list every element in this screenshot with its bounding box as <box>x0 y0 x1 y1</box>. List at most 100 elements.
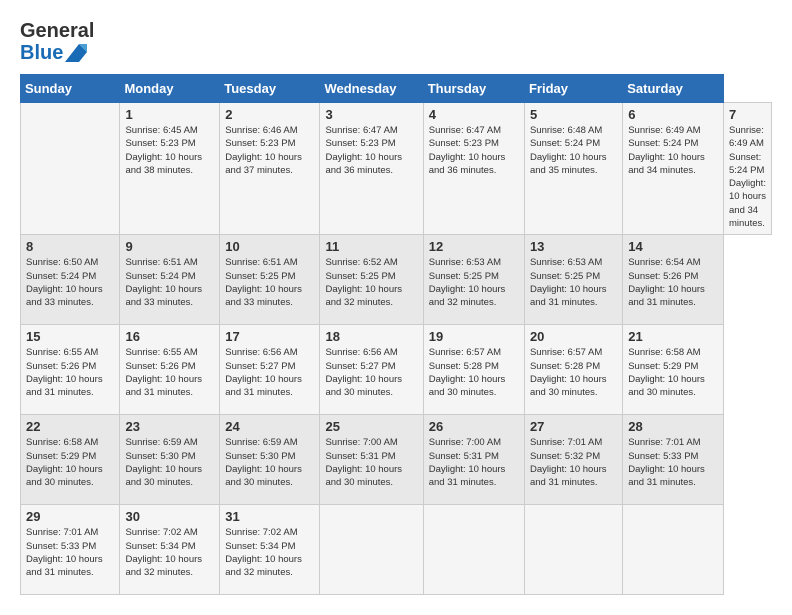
day-number: 6 <box>628 107 718 122</box>
day-info: Sunrise: 6:45 AM Sunset: 5:23 PM Dayligh… <box>125 124 214 177</box>
calendar-table: SundayMondayTuesdayWednesdayThursdayFrid… <box>20 74 772 595</box>
calendar-cell: 10 Sunrise: 6:51 AM Sunset: 5:25 PM Dayli… <box>220 235 320 325</box>
day-info: Sunrise: 7:02 AM Sunset: 5:34 PM Dayligh… <box>225 526 314 579</box>
calendar-cell <box>21 103 120 235</box>
calendar-cell: 25 Sunrise: 7:00 AM Sunset: 5:31 PM Dayli… <box>320 415 423 505</box>
day-info: Sunrise: 6:51 AM Sunset: 5:25 PM Dayligh… <box>225 256 314 309</box>
calendar-cell: 1 Sunrise: 6:45 AM Sunset: 5:23 PM Daylig… <box>120 103 220 235</box>
calendar-cell: 20 Sunrise: 6:57 AM Sunset: 5:28 PM Dayli… <box>524 325 622 415</box>
day-info: Sunrise: 6:47 AM Sunset: 5:23 PM Dayligh… <box>325 124 417 177</box>
day-info: Sunrise: 6:47 AM Sunset: 5:23 PM Dayligh… <box>429 124 519 177</box>
day-info: Sunrise: 7:01 AM Sunset: 5:32 PM Dayligh… <box>530 436 617 489</box>
week-row-4: 22 Sunrise: 6:58 AM Sunset: 5:29 PM Dayli… <box>21 415 772 505</box>
day-info: Sunrise: 6:57 AM Sunset: 5:28 PM Dayligh… <box>429 346 519 399</box>
day-info: Sunrise: 6:46 AM Sunset: 5:23 PM Dayligh… <box>225 124 314 177</box>
week-row-5: 29Sunrise: 7:01 AM Sunset: 5:33 PM Dayli… <box>21 505 772 595</box>
week-row-1: 1 Sunrise: 6:45 AM Sunset: 5:23 PM Daylig… <box>21 103 772 235</box>
day-number: 25 <box>325 419 417 434</box>
day-number: 15 <box>26 329 114 344</box>
header-cell-sunday: Sunday <box>21 75 120 103</box>
header-cell-monday: Monday <box>120 75 220 103</box>
header-cell-saturday: Saturday <box>623 75 724 103</box>
day-number: 1 <box>125 107 214 122</box>
day-number: 14 <box>628 239 718 254</box>
calendar-cell: 27 Sunrise: 7:01 AM Sunset: 5:32 PM Dayli… <box>524 415 622 505</box>
calendar-cell: 8Sunrise: 6:50 AM Sunset: 5:24 PM Daylig… <box>21 235 120 325</box>
header-cell-thursday: Thursday <box>423 75 524 103</box>
page-header: General Blue <box>20 20 772 64</box>
calendar-cell <box>320 505 423 595</box>
day-number: 17 <box>225 329 314 344</box>
day-info: Sunrise: 6:51 AM Sunset: 5:24 PM Dayligh… <box>125 256 214 309</box>
calendar-cell: 12 Sunrise: 6:53 AM Sunset: 5:25 PM Dayli… <box>423 235 524 325</box>
day-info: Sunrise: 6:49 AM Sunset: 5:24 PM Dayligh… <box>729 124 766 230</box>
calendar-body: 1 Sunrise: 6:45 AM Sunset: 5:23 PM Daylig… <box>21 103 772 595</box>
day-info: Sunrise: 6:52 AM Sunset: 5:25 PM Dayligh… <box>325 256 417 309</box>
day-number: 22 <box>26 419 114 434</box>
day-number: 5 <box>530 107 617 122</box>
calendar-cell: 19 Sunrise: 6:57 AM Sunset: 5:28 PM Dayli… <box>423 325 524 415</box>
day-info: Sunrise: 6:54 AM Sunset: 5:26 PM Dayligh… <box>628 256 718 309</box>
calendar-cell: 30 Sunrise: 7:02 AM Sunset: 5:34 PM Dayli… <box>120 505 220 595</box>
day-info: Sunrise: 6:58 AM Sunset: 5:29 PM Dayligh… <box>26 436 114 489</box>
day-info: Sunrise: 6:59 AM Sunset: 5:30 PM Dayligh… <box>225 436 314 489</box>
calendar-cell: 24 Sunrise: 6:59 AM Sunset: 5:30 PM Dayli… <box>220 415 320 505</box>
calendar-cell: 21 Sunrise: 6:58 AM Sunset: 5:29 PM Dayli… <box>623 325 724 415</box>
day-info: Sunrise: 7:01 AM Sunset: 5:33 PM Dayligh… <box>628 436 718 489</box>
day-info: Sunrise: 6:56 AM Sunset: 5:27 PM Dayligh… <box>225 346 314 399</box>
calendar-cell: 4 Sunrise: 6:47 AM Sunset: 5:23 PM Daylig… <box>423 103 524 235</box>
day-info: Sunrise: 6:55 AM Sunset: 5:26 PM Dayligh… <box>26 346 114 399</box>
header-cell-friday: Friday <box>524 75 622 103</box>
day-number: 4 <box>429 107 519 122</box>
calendar-cell: 2Sunrise: 6:46 AM Sunset: 5:23 PM Daylig… <box>220 103 320 235</box>
header-cell-wednesday: Wednesday <box>320 75 423 103</box>
day-number: 23 <box>125 419 214 434</box>
calendar-cell: 3 Sunrise: 6:47 AM Sunset: 5:23 PM Daylig… <box>320 103 423 235</box>
day-info: Sunrise: 6:48 AM Sunset: 5:24 PM Dayligh… <box>530 124 617 177</box>
day-number: 9 <box>125 239 214 254</box>
day-number: 28 <box>628 419 718 434</box>
calendar-cell <box>623 505 724 595</box>
day-number: 16 <box>125 329 214 344</box>
calendar-cell: 18Sunrise: 6:56 AM Sunset: 5:27 PM Dayli… <box>320 325 423 415</box>
day-number: 24 <box>225 419 314 434</box>
calendar-cell: 22 Sunrise: 6:58 AM Sunset: 5:29 PM Dayli… <box>21 415 120 505</box>
calendar-cell: 5 Sunrise: 6:48 AM Sunset: 5:24 PM Daylig… <box>524 103 622 235</box>
day-number: 20 <box>530 329 617 344</box>
calendar-cell: 26Sunrise: 7:00 AM Sunset: 5:31 PM Dayli… <box>423 415 524 505</box>
calendar-cell: 29Sunrise: 7:01 AM Sunset: 5:33 PM Dayli… <box>21 505 120 595</box>
calendar-cell: 9 Sunrise: 6:51 AM Sunset: 5:24 PM Daylig… <box>120 235 220 325</box>
day-info: Sunrise: 6:59 AM Sunset: 5:30 PM Dayligh… <box>125 436 214 489</box>
calendar-cell: 23 Sunrise: 6:59 AM Sunset: 5:30 PM Dayli… <box>120 415 220 505</box>
day-number: 3 <box>325 107 417 122</box>
day-info: Sunrise: 7:01 AM Sunset: 5:33 PM Dayligh… <box>26 526 114 579</box>
day-number: 19 <box>429 329 519 344</box>
day-number: 26 <box>429 419 519 434</box>
day-number: 21 <box>628 329 718 344</box>
calendar-cell: 7 Sunrise: 6:49 AM Sunset: 5:24 PM Daylig… <box>724 103 772 235</box>
calendar-cell: 11 Sunrise: 6:52 AM Sunset: 5:25 PM Dayli… <box>320 235 423 325</box>
day-number: 7 <box>729 107 766 122</box>
header-cell-tuesday: Tuesday <box>220 75 320 103</box>
calendar-cell: 13 Sunrise: 6:53 AM Sunset: 5:25 PM Dayli… <box>524 235 622 325</box>
calendar-cell: 14 Sunrise: 6:54 AM Sunset: 5:26 PM Dayli… <box>623 235 724 325</box>
day-info: Sunrise: 6:58 AM Sunset: 5:29 PM Dayligh… <box>628 346 718 399</box>
day-info: Sunrise: 6:53 AM Sunset: 5:25 PM Dayligh… <box>530 256 617 309</box>
calendar-cell: 16Sunrise: 6:55 AM Sunset: 5:26 PM Dayli… <box>120 325 220 415</box>
day-info: Sunrise: 6:53 AM Sunset: 5:25 PM Dayligh… <box>429 256 519 309</box>
calendar-cell <box>524 505 622 595</box>
week-row-3: 15 Sunrise: 6:55 AM Sunset: 5:26 PM Dayli… <box>21 325 772 415</box>
day-number: 13 <box>530 239 617 254</box>
day-number: 10 <box>225 239 314 254</box>
day-number: 12 <box>429 239 519 254</box>
calendar-cell: 17 Sunrise: 6:56 AM Sunset: 5:27 PM Dayli… <box>220 325 320 415</box>
day-number: 27 <box>530 419 617 434</box>
day-info: Sunrise: 7:02 AM Sunset: 5:34 PM Dayligh… <box>125 526 214 579</box>
day-number: 11 <box>325 239 417 254</box>
calendar-cell: 28 Sunrise: 7:01 AM Sunset: 5:33 PM Dayli… <box>623 415 724 505</box>
day-number: 18 <box>325 329 417 344</box>
day-info: Sunrise: 7:00 AM Sunset: 5:31 PM Dayligh… <box>325 436 417 489</box>
day-info: Sunrise: 6:57 AM Sunset: 5:28 PM Dayligh… <box>530 346 617 399</box>
day-number: 8 <box>26 239 114 254</box>
day-number: 30 <box>125 509 214 524</box>
